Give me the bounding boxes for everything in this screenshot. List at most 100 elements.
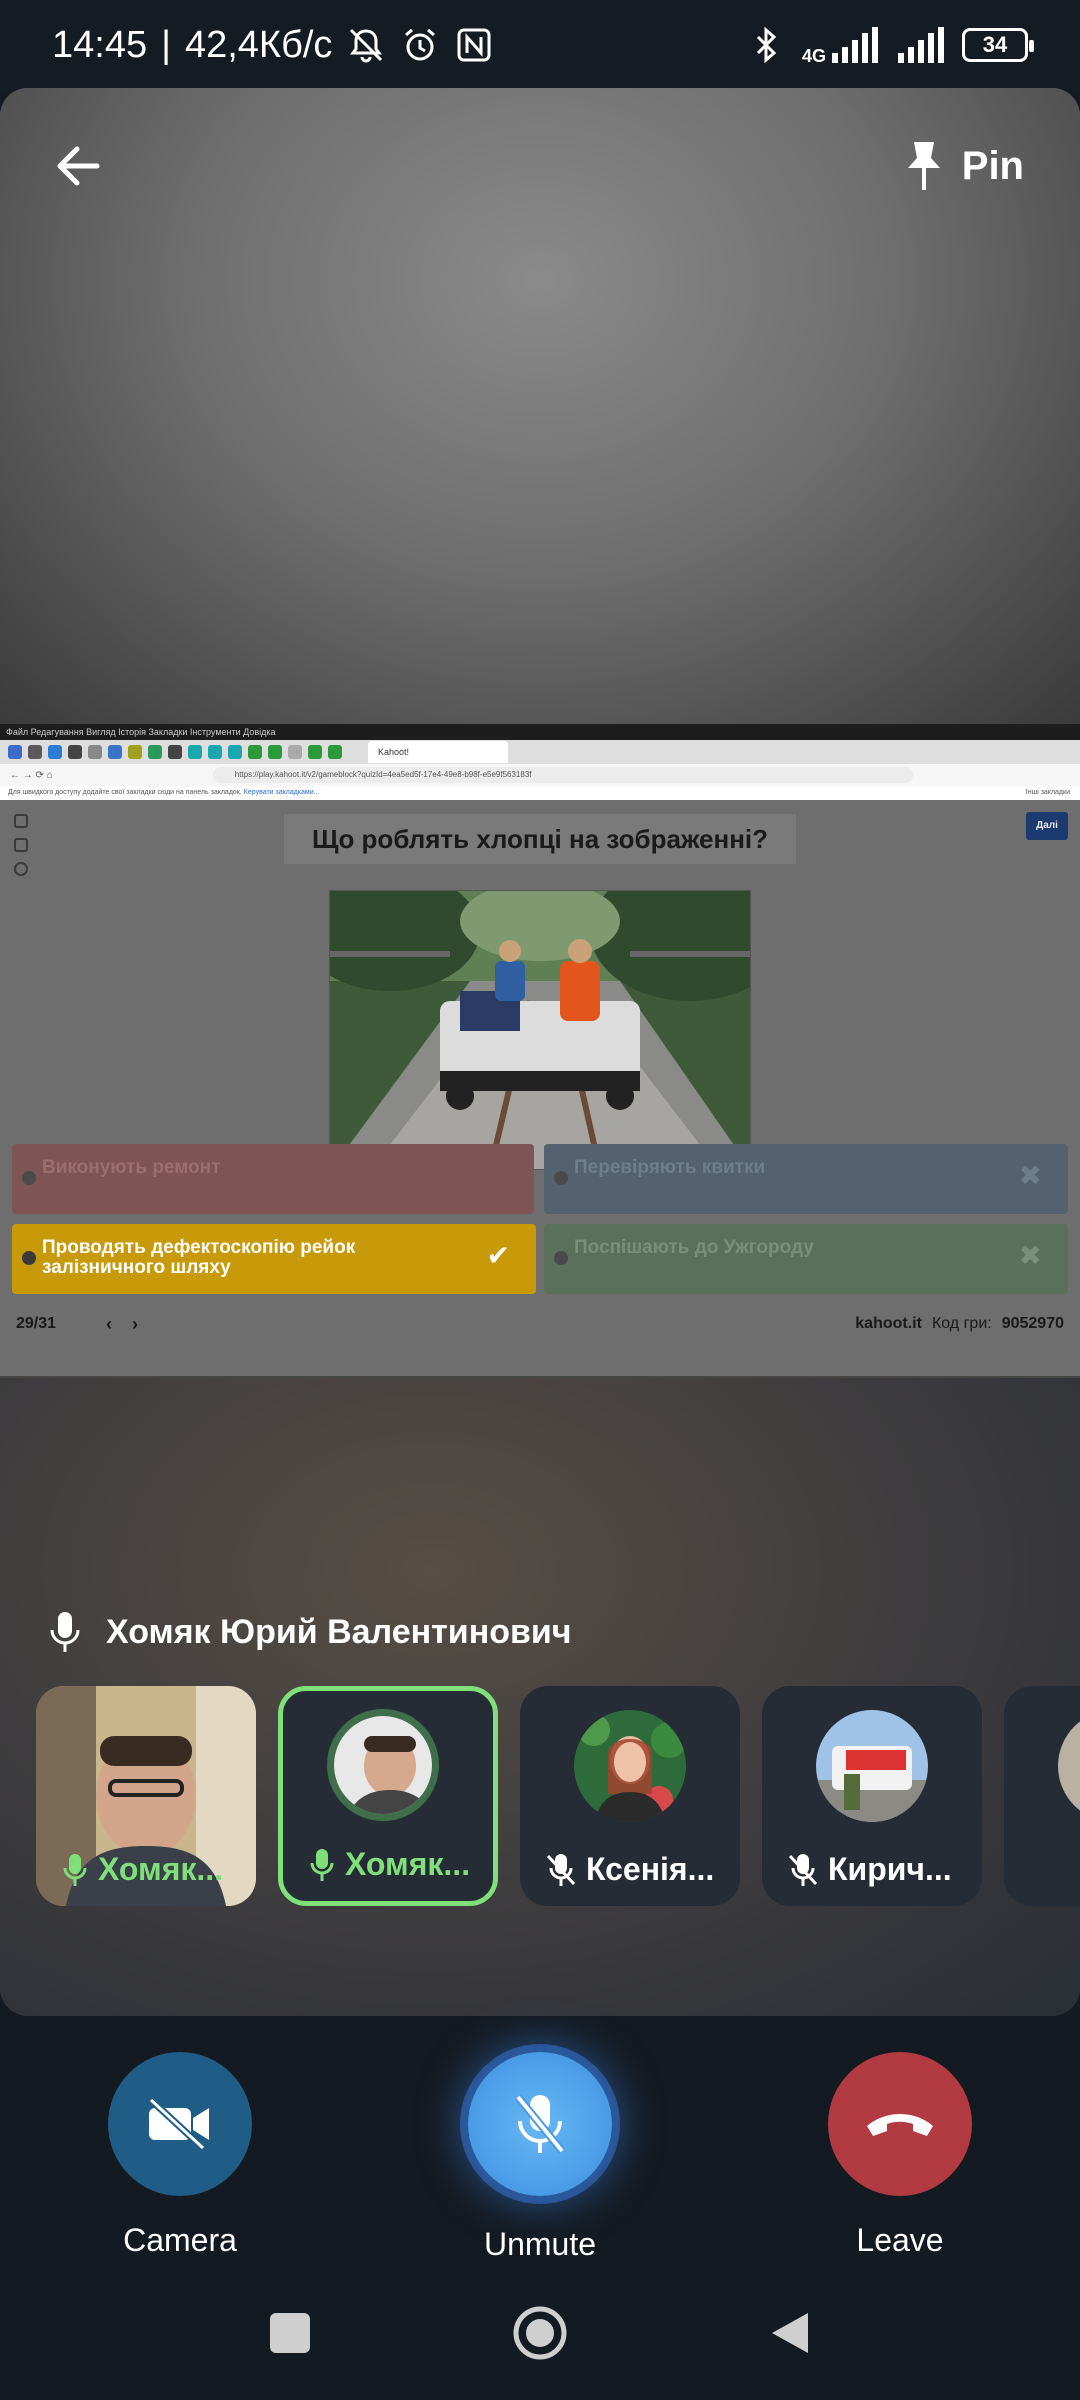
answer-red: Виконують ремонт: [12, 1144, 534, 1214]
answer-yellow: Проводять дефектоскопію рейок залізнично…: [12, 1224, 536, 1294]
avatar: [327, 1709, 439, 1821]
address-bar[interactable]: https://play.kahoot.it/v2/gameblock?quiz…: [212, 767, 913, 783]
participant-tile-partial[interactable]: [1004, 1686, 1080, 1906]
favicon-icon: [128, 745, 142, 759]
status-time: 14:45: [52, 23, 148, 66]
leave-label: Leave: [856, 2222, 944, 2258]
unmute-label: Unmute: [483, 2226, 597, 2262]
favicon-icon: [188, 745, 202, 759]
mic-off-icon: [788, 1853, 818, 1886]
pin-icon: [907, 142, 940, 190]
status-speed: 42,4Кб/с: [184, 23, 333, 66]
kahoot-game: Що роблять хлопці на зображенні? Далі Ви…: [0, 800, 1080, 1376]
participant-name-text: Хомяк...: [345, 1846, 471, 1882]
favicon-icon: [148, 745, 162, 759]
participant-strip[interactable]: Хомяк... Хомяк... Ксенія... Кирич...: [36, 1686, 1080, 1908]
pin-button[interactable]: Pin: [904, 132, 1024, 200]
browser-tab-strip: Kahoot!: [0, 740, 1080, 764]
participant-name: Хомяк...: [309, 1846, 483, 1883]
participant-name-text: Хомяк...: [98, 1851, 224, 1887]
favicon-icon: [68, 745, 82, 759]
participant-name: Ксенія...: [546, 1851, 730, 1888]
avatar: [574, 1710, 686, 1822]
check-icon: ✔: [486, 1240, 510, 1271]
game-code: 9052970: [1001, 1315, 1064, 1332]
nfc-icon: [457, 28, 491, 62]
avatar: [1058, 1710, 1080, 1822]
unmute-control[interactable]: Unmute: [440, 2052, 640, 2263]
answer-green-text: Поспішають до Ужгороду: [574, 1237, 814, 1258]
alarm-icon: [405, 28, 436, 61]
browser-tab-kahoot[interactable]: Kahoot!: [368, 741, 508, 763]
recents-icon[interactable]: [268, 2311, 312, 2355]
answer-blue: Перевіряють квитки ✖: [544, 1144, 1068, 1214]
favicon-icon: [168, 745, 182, 759]
camera-off-icon: [148, 2097, 209, 2151]
avatar: [816, 1710, 928, 1822]
mic-on-icon: [63, 1853, 87, 1886]
railway-photo: [330, 891, 750, 1169]
game-code-label: Код гри:: [931, 1315, 992, 1332]
back-arrow-icon: [57, 146, 100, 186]
bookmark-hint: Для швидкого доступу додайте свої заклад…: [8, 789, 242, 796]
favicon-icon: [8, 745, 22, 759]
question-title: Що роблять хлопці на зображенні?: [284, 814, 796, 864]
question-nav-icon: ‹›: [106, 1313, 159, 1334]
answer-blue-text: Перевіряють квитки: [574, 1157, 766, 1178]
camera-control[interactable]: Camera: [80, 2052, 280, 2259]
answer-red-text: Виконують ремонт: [42, 1157, 221, 1178]
triangle-icon: [22, 1171, 36, 1185]
favicon-icon: [88, 745, 102, 759]
pin-label: Pin: [961, 143, 1024, 188]
unmute-button[interactable]: [468, 2052, 612, 2196]
mic-off-icon: [546, 1853, 576, 1886]
cross-icon: ✖: [1018, 1160, 1042, 1191]
cross-icon: ✖: [1018, 1240, 1042, 1271]
participant-tile[interactable]: Ксенія...: [520, 1686, 740, 1906]
shared-screen[interactable]: Файл Редагування Вигляд Історія Закладки…: [0, 724, 1080, 1376]
mic-icon: [50, 1612, 80, 1652]
browser-address-row: ← → ⟳ ⌂ https://play.kahoot.it/v2/gamebl…: [0, 764, 1080, 786]
hang-up-icon: [867, 2114, 933, 2136]
home-icon[interactable]: [512, 2305, 568, 2361]
favicon-icon: [328, 745, 342, 759]
volume-icon: [14, 838, 28, 852]
participant-tile-active[interactable]: Хомяк...: [278, 1686, 498, 1906]
favicon-icon: [228, 745, 242, 759]
question-photo: [329, 890, 751, 1170]
bookmark-link[interactable]: Керувати закладками...: [244, 789, 320, 796]
kahoot-footer: 29/31 ‹› kahoot.it Код гри: 9052970: [0, 1304, 1080, 1344]
back-icon[interactable]: [768, 2309, 812, 2357]
leave-button[interactable]: [828, 2052, 972, 2196]
participant-name: Хомяк...: [62, 1851, 246, 1888]
browser-menu-strip: Файл Редагування Вигляд Історія Закладки…: [0, 724, 1080, 740]
favicon-icon: [108, 745, 122, 759]
call-panel: Pin Файл Редагування Вигляд Історія Закл…: [0, 88, 1080, 2016]
active-speaker: Хомяк Юрий Валентинович: [48, 1610, 572, 1654]
participant-tile[interactable]: Хомяк...: [36, 1686, 256, 1906]
next-button: Далі: [1026, 812, 1068, 840]
kahoot-site: kahoot.it: [855, 1315, 922, 1332]
favicon-icon: [308, 745, 322, 759]
square-icon: [554, 1251, 568, 1265]
mic-on-icon: [310, 1848, 334, 1881]
favicon-icon: [248, 745, 262, 759]
favicon-icon: [28, 745, 42, 759]
fullscreen-icon: [14, 814, 28, 828]
status-separator: |: [161, 23, 171, 66]
call-controls: Camera Unmute Leave: [0, 2016, 1080, 2266]
leave-control[interactable]: Leave: [800, 2052, 1000, 2259]
other-bookmarks[interactable]: Інші закладки: [1026, 786, 1080, 800]
favicon-icon: [288, 745, 302, 759]
muted-bell-icon: [350, 28, 383, 63]
camera-label: Camera: [123, 2222, 237, 2258]
bluetooth-icon: [756, 26, 777, 64]
back-button[interactable]: [48, 136, 108, 196]
settings-icon: [14, 862, 28, 876]
answer-yellow-text: Проводять дефектоскопію рейок залізнично…: [42, 1237, 356, 1278]
signal-icon: [832, 27, 878, 63]
participant-tile[interactable]: Кирич...: [762, 1686, 982, 1906]
participant-name-text: Ксенія...: [586, 1851, 715, 1887]
system-nav-bar: [0, 2266, 1080, 2400]
camera-button[interactable]: [108, 2052, 252, 2196]
